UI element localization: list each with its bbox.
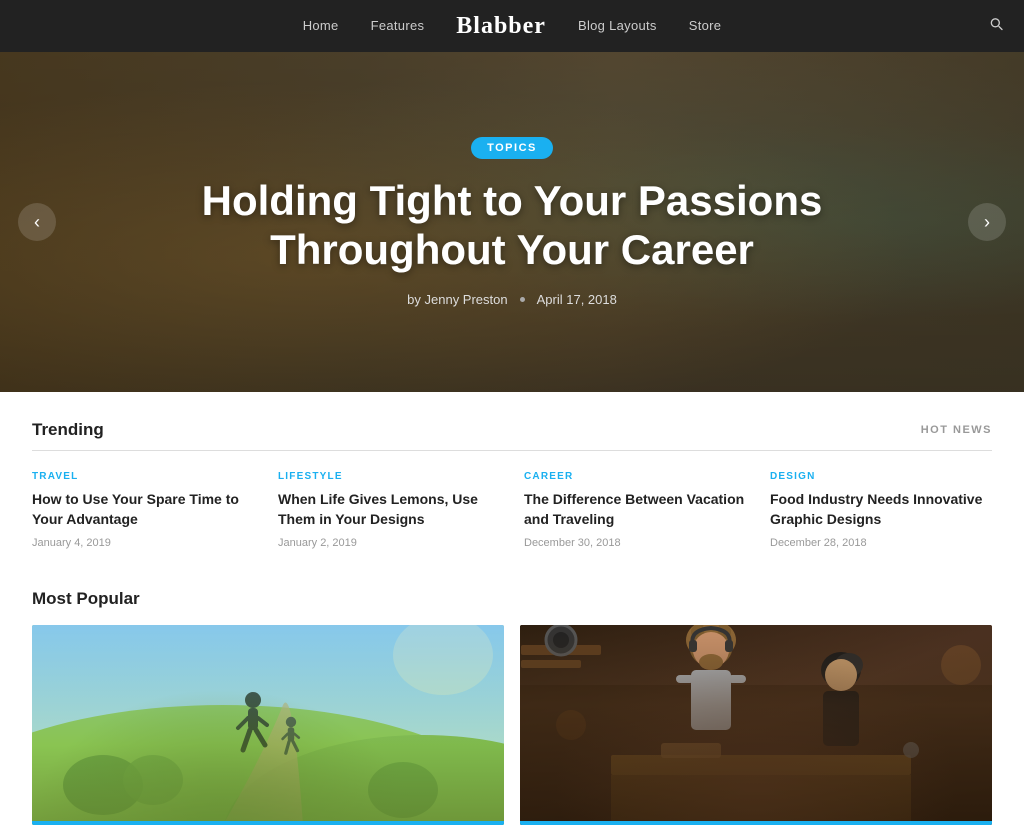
- article-date-2: December 30, 2018: [524, 537, 746, 549]
- trending-item-2[interactable]: CAREER The Difference Between Vacation a…: [524, 471, 746, 549]
- card-category-bar-1: [32, 821, 504, 825]
- popular-card-1-image: [32, 625, 504, 825]
- hero-title: Holding Tight to Your Passions Throughou…: [100, 177, 924, 274]
- nav-store[interactable]: Store: [689, 18, 722, 33]
- trending-section: Trending HOT NEWS TRAVEL How to Use Your…: [0, 392, 1024, 569]
- trending-item-3[interactable]: DESIGN Food Industry Needs Innovative Gr…: [770, 471, 992, 549]
- trending-item-0[interactable]: TRAVEL How to Use Your Spare Time to You…: [32, 471, 254, 549]
- workshop-image: [520, 625, 992, 825]
- navbar: Home Features Blabber Blog Layouts Store: [0, 0, 1024, 52]
- nav-features[interactable]: Features: [371, 18, 425, 33]
- article-date-3: December 28, 2018: [770, 537, 992, 549]
- article-title-0: How to Use Your Spare Time to Your Advan…: [32, 490, 254, 529]
- article-date-1: January 2, 2019: [278, 537, 500, 549]
- article-category-1: LIFESTYLE: [278, 471, 500, 482]
- nav-home[interactable]: Home: [303, 18, 339, 33]
- hero-author: by Jenny Preston: [407, 292, 507, 307]
- popular-card-2[interactable]: [520, 625, 992, 825]
- trending-grid: TRAVEL How to Use Your Spare Time to You…: [32, 471, 992, 549]
- popular-card-2-image: [520, 625, 992, 825]
- article-title-2: The Difference Between Vacation and Trav…: [524, 490, 746, 529]
- chevron-left-icon: ‹: [34, 212, 40, 233]
- most-popular-section: Most Popular: [0, 569, 1024, 825]
- hero-meta: by Jenny Preston April 17, 2018: [100, 292, 924, 307]
- article-title-1: When Life Gives Lemons, Use Them in Your…: [278, 490, 500, 529]
- search-button[interactable]: [988, 16, 1004, 37]
- article-category-3: DESIGN: [770, 471, 992, 482]
- trending-header: Trending HOT NEWS: [32, 420, 992, 451]
- hero-banner: ‹ TOPICS Holding Tight to Your Passions …: [0, 52, 1024, 392]
- chevron-right-icon: ›: [984, 212, 990, 233]
- trending-title: Trending: [32, 420, 104, 440]
- site-logo[interactable]: Blabber: [456, 13, 546, 39]
- trending-item-1[interactable]: LIFESTYLE When Life Gives Lemons, Use Th…: [278, 471, 500, 549]
- hero-tag[interactable]: TOPICS: [471, 137, 553, 159]
- article-date-0: January 4, 2019: [32, 537, 254, 549]
- hero-date: April 17, 2018: [537, 292, 617, 307]
- hero-next-button[interactable]: ›: [968, 203, 1006, 241]
- article-category-0: TRAVEL: [32, 471, 254, 482]
- hero-prev-button[interactable]: ‹: [18, 203, 56, 241]
- hero-content: TOPICS Holding Tight to Your Passions Th…: [0, 137, 1024, 307]
- article-category-2: CAREER: [524, 471, 746, 482]
- popular-card-1[interactable]: [32, 625, 504, 825]
- article-title-3: Food Industry Needs Innovative Graphic D…: [770, 490, 992, 529]
- nav-links: Home Features Blabber Blog Layouts Store: [303, 13, 722, 40]
- card-category-bar-2: [520, 821, 992, 825]
- popular-title: Most Popular: [32, 589, 992, 609]
- trail-image: [32, 625, 504, 825]
- popular-grid: [32, 625, 992, 825]
- search-icon: [988, 16, 1004, 32]
- meta-separator: [520, 297, 525, 302]
- hot-news-label: HOT NEWS: [921, 424, 992, 436]
- nav-blog-layouts[interactable]: Blog Layouts: [578, 18, 657, 33]
